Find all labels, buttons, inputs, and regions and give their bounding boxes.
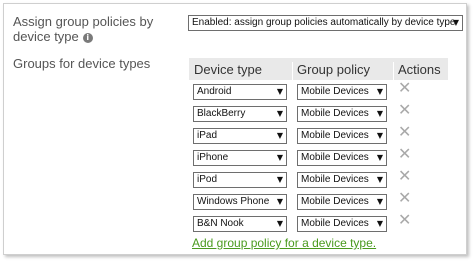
close-icon[interactable]: ✕ <box>398 188 411 207</box>
dropdown-arrow-icon: ▼ <box>376 197 383 206</box>
dropdown-arrow-icon: ▼ <box>276 131 283 140</box>
dropdown-arrow-icon: ▼ <box>376 219 383 228</box>
device-type-select[interactable]: iPad ▼ <box>193 128 287 144</box>
table-row: Windows Phone ▼ Mobile Devices ▼ ✕ <box>189 188 448 212</box>
dropdown-arrow-icon: ▼ <box>276 197 283 206</box>
device-type-value: BlackBerry <box>197 108 246 119</box>
close-icon[interactable]: ✕ <box>398 144 411 163</box>
device-type-value: iPod <box>197 174 218 185</box>
group-policy-select[interactable]: Mobile Devices ▼ <box>297 106 387 122</box>
assign-mode-select[interactable]: Enabled: assign group policies automatic… <box>188 15 463 31</box>
dropdown-arrow-icon: ▼ <box>452 18 459 27</box>
dropdown-arrow-icon: ▼ <box>276 219 283 228</box>
group-policy-select[interactable]: Mobile Devices ▼ <box>297 194 387 210</box>
group-policy-value: Mobile Devices <box>301 86 369 97</box>
group-policy-select[interactable]: Mobile Devices ▼ <box>297 216 387 232</box>
info-icon[interactable]: i <box>82 33 93 43</box>
dropdown-arrow-icon: ▼ <box>276 153 283 162</box>
device-type-select[interactable]: BlackBerry ▼ <box>193 106 287 122</box>
table-row: iPhone ▼ Mobile Devices ▼ ✕ <box>189 144 448 168</box>
device-type-value: iPhone <box>197 152 229 163</box>
group-policy-select[interactable]: Mobile Devices ▼ <box>297 84 387 100</box>
group-policy-select[interactable]: Mobile Devices ▼ <box>297 172 387 188</box>
table-row: Android ▼ Mobile Devices ▼ ✕ <box>189 78 448 102</box>
column-header-device-type: Device type <box>194 62 262 77</box>
groups-label: Groups for device types <box>13 56 151 71</box>
device-type-value: B&N Nook <box>197 218 244 229</box>
table-row: BlackBerry ▼ Mobile Devices ▼ ✕ <box>189 100 448 124</box>
table-row: iPad ▼ Mobile Devices ▼ ✕ <box>189 122 448 146</box>
column-header-actions: Actions <box>398 62 441 77</box>
group-policy-value: Mobile Devices <box>301 174 369 185</box>
group-policy-value: Mobile Devices <box>301 218 369 229</box>
assign-policies-label: Assign group policies by device type i <box>13 14 183 44</box>
dropdown-arrow-icon: ▼ <box>276 109 283 118</box>
device-type-select[interactable]: iPod ▼ <box>193 172 287 188</box>
close-icon[interactable]: ✕ <box>398 166 411 185</box>
close-icon[interactable]: ✕ <box>398 78 411 97</box>
device-type-select[interactable]: B&N Nook ▼ <box>193 216 287 232</box>
dropdown-arrow-icon: ▼ <box>376 87 383 96</box>
group-policy-value: Mobile Devices <box>301 152 369 163</box>
device-type-select[interactable]: Android ▼ <box>193 84 287 100</box>
close-icon[interactable]: ✕ <box>398 100 411 119</box>
table-row: iPod ▼ Mobile Devices ▼ ✕ <box>189 166 448 190</box>
dropdown-arrow-icon: ▼ <box>376 109 383 118</box>
device-type-value: Windows Phone <box>197 196 270 207</box>
device-type-select[interactable]: Windows Phone ▼ <box>193 194 287 210</box>
settings-panel: Assign group policies by device type i En… <box>3 3 467 255</box>
dropdown-arrow-icon: ▼ <box>376 131 383 140</box>
device-type-select[interactable]: iPhone ▼ <box>193 150 287 166</box>
close-icon[interactable]: ✕ <box>398 122 411 141</box>
device-type-value: Android <box>197 86 232 97</box>
group-policy-value: Mobile Devices <box>301 196 369 207</box>
dropdown-arrow-icon: ▼ <box>276 87 283 96</box>
dropdown-arrow-icon: ▼ <box>376 153 383 162</box>
table-header: Device type Group policy Actions <box>189 58 448 84</box>
dropdown-arrow-icon: ▼ <box>376 175 383 184</box>
table-row: B&N Nook ▼ Mobile Devices ▼ ✕ <box>189 210 448 234</box>
close-icon[interactable]: ✕ <box>398 210 411 229</box>
group-policy-value: Mobile Devices <box>301 108 369 119</box>
device-type-value: iPad <box>197 130 218 141</box>
add-group-policy-link[interactable]: Add group policy for a device type. <box>192 236 376 250</box>
group-policy-select[interactable]: Mobile Devices ▼ <box>297 128 387 144</box>
assign-mode-value: Enabled: assign group policies automatic… <box>192 17 456 28</box>
column-header-group-policy: Group policy <box>297 62 370 77</box>
dropdown-arrow-icon: ▼ <box>276 175 283 184</box>
group-policy-value: Mobile Devices <box>301 130 369 141</box>
group-policy-select[interactable]: Mobile Devices ▼ <box>297 150 387 166</box>
